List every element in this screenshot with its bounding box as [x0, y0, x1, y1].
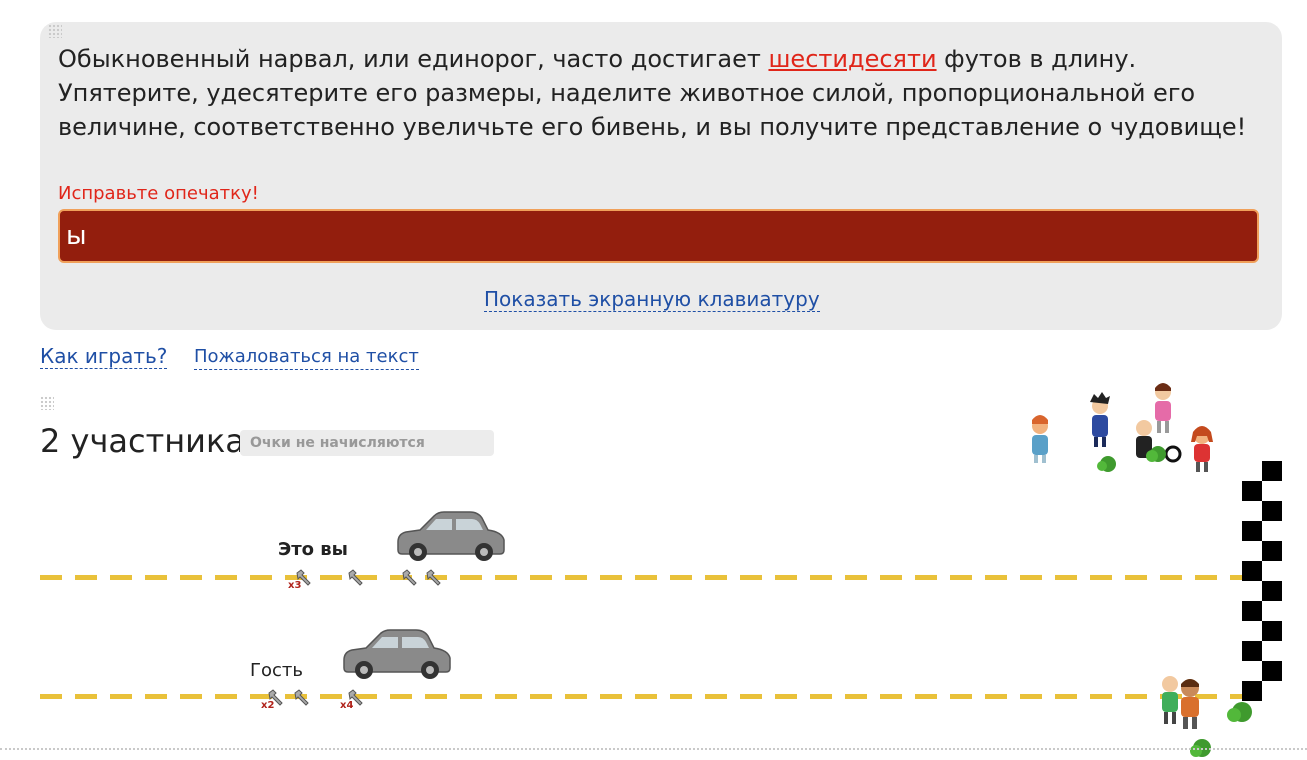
- car-icon: [343, 629, 451, 679]
- spectator-icon: [1162, 676, 1178, 724]
- typing-panel: Обыкновенный нарвал, или единорог, часто…: [40, 22, 1282, 330]
- show-keyboard-link[interactable]: Показать экранную клавиатуру: [484, 287, 820, 312]
- spectators-group: [1032, 383, 1213, 472]
- spectator-icon: [1155, 383, 1171, 433]
- finish-flag-icon: [1242, 461, 1282, 701]
- spectator-icon: [1090, 392, 1110, 447]
- wrench-icon: [294, 689, 309, 706]
- drag-grip-icon[interactable]: [48, 24, 62, 38]
- bush-icon: [1227, 702, 1252, 722]
- spectator-icon: [1181, 679, 1199, 729]
- wrench-icon: [426, 569, 441, 586]
- quote-text: Обыкновенный нарвал, или единорог, часто…: [58, 42, 1258, 144]
- car-icon: [397, 511, 505, 561]
- wrench-multiplier: x2: [261, 700, 275, 711]
- race-lane: [40, 575, 1242, 580]
- finish-spectators-group: [1162, 676, 1252, 757]
- bush-icon: [1097, 456, 1116, 472]
- wrench-icon: [348, 569, 363, 586]
- wrench-multiplier: x3: [288, 580, 302, 591]
- race-lane: [40, 694, 1242, 699]
- typing-input[interactable]: [58, 209, 1259, 263]
- typo-warning: Исправьте опечатку!: [58, 183, 259, 204]
- quote-current-word: шестидесяти: [768, 45, 937, 73]
- spectator-icon: [1191, 426, 1213, 472]
- scoring-badge: Очки не начисляются: [240, 430, 494, 456]
- how-to-play-link[interactable]: Как играть?: [40, 344, 168, 369]
- section-divider: [0, 748, 1307, 750]
- spectator-icon: [1032, 415, 1048, 463]
- player-name: Гость: [250, 660, 303, 681]
- wrench-icon: [402, 569, 417, 586]
- quote-typed-part: Обыкновенный нарвал, или единорог, часто…: [58, 45, 769, 73]
- participants-title: 2 участника: [40, 422, 245, 460]
- race-drag-grip-icon[interactable]: [40, 396, 54, 410]
- wrench-multiplier: x4: [340, 700, 354, 711]
- player-name: Это вы: [278, 539, 348, 560]
- report-text-link[interactable]: Пожаловаться на текст: [194, 345, 419, 370]
